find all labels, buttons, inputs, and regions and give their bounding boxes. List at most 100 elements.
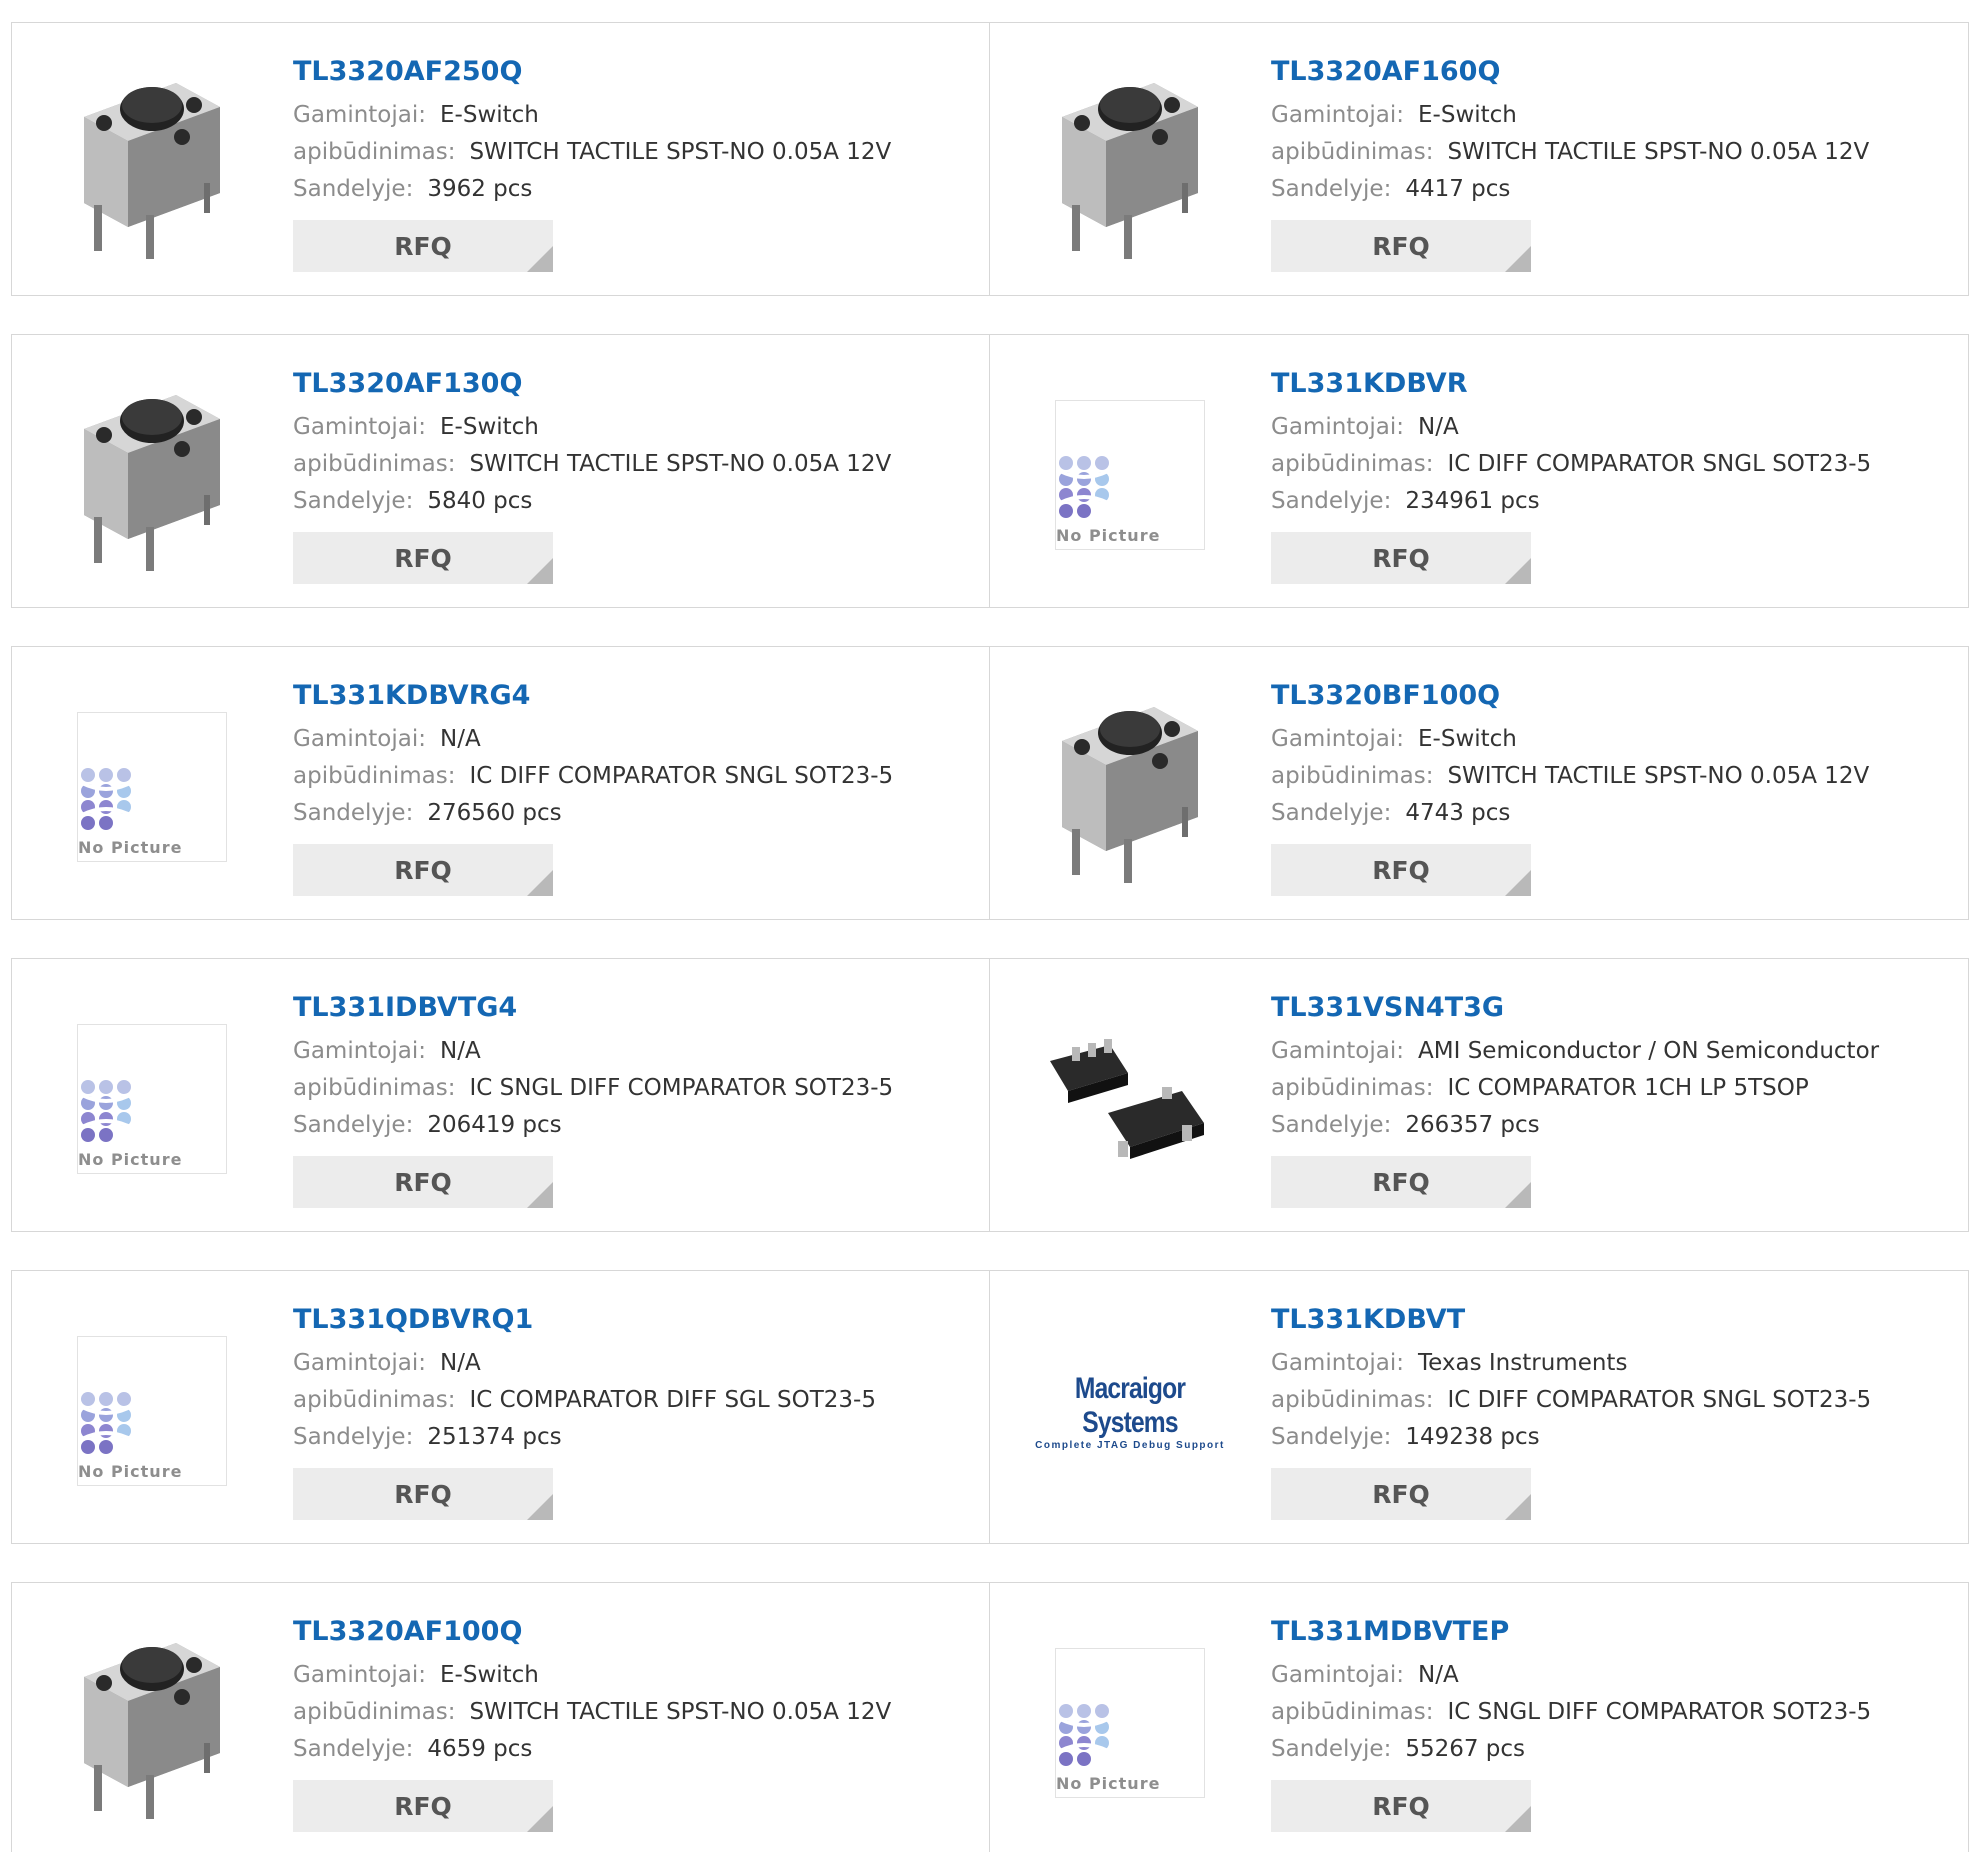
product-info: TL331VSN4T3G Gamintojai: AMI Semiconducto… [1271, 989, 1921, 1208]
manufacturer-line: Gamintojai: Texas Instruments [1271, 1345, 1921, 1382]
description-value: SWITCH TACTILE SPST-NO 0.05A 12V [469, 451, 892, 477]
product-card: No Picture TL331QDBVRQ1 Gamintojai: N/A a… [12, 1271, 990, 1543]
part-number-link[interactable]: TL331VSN4T3G [1271, 989, 1921, 1027]
description-line: apibūdinimas: SWITCH TACTILE SPST-NO 0.05… [293, 134, 943, 171]
manufacturer-value: E-Switch [1418, 102, 1517, 128]
no-picture-placeholder[interactable]: No Picture [1030, 1623, 1230, 1823]
part-number-link[interactable]: TL331MDBVTEP [1271, 1613, 1921, 1651]
stock-value: 4417 pcs [1405, 176, 1511, 202]
rfq-button[interactable]: RFQ [293, 844, 553, 896]
rfq-corner-decoration [1505, 1494, 1531, 1520]
manufacturer-line: Gamintojai: N/A [1271, 409, 1921, 446]
product-card: No Picture TL331IDBVTG4 Gamintojai: N/A a… [12, 959, 990, 1231]
manufacturer-line: Gamintojai: N/A [293, 721, 943, 758]
rfq-button[interactable]: RFQ [1271, 1156, 1531, 1208]
description-label: apibūdinimas: [1271, 451, 1434, 477]
manufacturer-value: Texas Instruments [1418, 1350, 1628, 1376]
stock-line: Sandelyje: 4743 pcs [1271, 795, 1921, 832]
part-number-link[interactable]: TL331KDBVR [1271, 365, 1921, 403]
part-number-link[interactable]: TL3320AF100Q [293, 1613, 943, 1651]
part-number-link[interactable]: TL3320AF250Q [293, 53, 943, 91]
rfq-button[interactable]: RFQ [1271, 532, 1531, 584]
product-info: TL3320AF160Q Gamintojai: E-Switch apibūdi… [1271, 53, 1921, 272]
tactile-switch-image[interactable] [52, 375, 252, 575]
description-label: apibūdinimas: [1271, 1699, 1434, 1725]
stock-line: Sandelyje: 149238 pcs [1271, 1419, 1921, 1456]
tactile-switch-image[interactable] [1030, 687, 1230, 887]
product-card: TL3320AF100Q Gamintojai: E-Switch apibūdi… [12, 1583, 990, 1852]
manufacturer-label: Gamintojai: [1271, 726, 1405, 752]
brand-logo-tagline: Complete JTAG Debug Support [1035, 1439, 1225, 1451]
stock-label: Sandelyje: [293, 488, 414, 514]
manufacturer-label: Gamintojai: [1271, 1038, 1405, 1064]
rfq-button[interactable]: RFQ [1271, 844, 1531, 896]
description-label: apibūdinimas: [293, 139, 456, 165]
rfq-button[interactable]: RFQ [1271, 1780, 1531, 1832]
product-info: TL3320BF100Q Gamintojai: E-Switch apibūdi… [1271, 677, 1921, 896]
product-row: No Picture TL331QDBVRQ1 Gamintojai: N/A a… [11, 1270, 1969, 1544]
manufacturer-line: Gamintojai: E-Switch [1271, 97, 1921, 134]
manufacturer-label: Gamintojai: [1271, 1350, 1405, 1376]
stock-label: Sandelyje: [1271, 176, 1392, 202]
rfq-corner-decoration [527, 1182, 553, 1208]
description-value: IC COMPARATOR DIFF SGL SOT23-5 [469, 1387, 876, 1413]
tactile-switch-image[interactable] [52, 63, 252, 263]
manufacturer-line: Gamintojai: E-Switch [293, 1657, 943, 1694]
no-picture-placeholder[interactable]: No Picture [1030, 375, 1230, 575]
manufacturer-line: Gamintojai: N/A [293, 1345, 943, 1382]
manufacturer-value: N/A [440, 726, 481, 752]
part-number-link[interactable]: TL331KDBVT [1271, 1301, 1921, 1339]
stock-label: Sandelyje: [1271, 1736, 1392, 1762]
description-line: apibūdinimas: SWITCH TACTILE SPST-NO 0.05… [1271, 134, 1921, 171]
description-value: SWITCH TACTILE SPST-NO 0.05A 12V [469, 1699, 892, 1725]
manufacturer-line: Gamintojai: E-Switch [293, 409, 943, 446]
rfq-button[interactable]: RFQ [293, 220, 553, 272]
rfq-button-label: RFQ [1372, 1167, 1430, 1197]
part-number-link[interactable]: TL3320BF100Q [1271, 677, 1921, 715]
description-line: apibūdinimas: IC COMPARATOR 1CH LP 5TSOP [1271, 1070, 1921, 1107]
description-value: SWITCH TACTILE SPST-NO 0.05A 12V [1447, 763, 1870, 789]
tactile-switch-image[interactable] [52, 1623, 252, 1823]
manufacturer-label: Gamintojai: [1271, 1662, 1405, 1688]
rfq-button[interactable]: RFQ [293, 532, 553, 584]
stock-value: 149238 pcs [1405, 1424, 1540, 1450]
product-info: TL331IDBVTG4 Gamintojai: N/A apibūdinimas… [293, 989, 943, 1208]
no-picture-placeholder[interactable]: No Picture [52, 687, 252, 887]
rfq-button[interactable]: RFQ [1271, 1468, 1531, 1520]
rfq-button-label: RFQ [394, 543, 452, 573]
part-number-link[interactable]: TL3320AF130Q [293, 365, 943, 403]
product-info: TL331KDBVRG4 Gamintojai: N/A apibūdinimas… [293, 677, 943, 896]
stock-value: 206419 pcs [427, 1112, 562, 1138]
ic-chip-image[interactable] [1030, 999, 1230, 1199]
rfq-button[interactable]: RFQ [293, 1468, 553, 1520]
stock-value: 251374 pcs [427, 1424, 562, 1450]
rfq-corner-decoration [1505, 1182, 1531, 1208]
no-picture-placeholder[interactable]: No Picture [52, 999, 252, 1199]
part-number-link[interactable]: TL331IDBVTG4 [293, 989, 943, 1027]
description-label: apibūdinimas: [1271, 763, 1434, 789]
product-card: TL3320AF130Q Gamintojai: E-Switch apibūdi… [12, 335, 990, 607]
description-line: apibūdinimas: IC COMPARATOR DIFF SGL SOT2… [293, 1382, 943, 1419]
no-picture-label: No Picture [1056, 1774, 1161, 1793]
manufacturer-value: N/A [440, 1350, 481, 1376]
brand-logo-text: Macraigor Systems [1074, 1371, 1186, 1439]
product-row: No Picture TL331KDBVRG4 Gamintojai: N/A a… [11, 646, 1969, 920]
part-number-link[interactable]: TL331QDBVRQ1 [293, 1301, 943, 1339]
stock-line: Sandelyje: 276560 pcs [293, 795, 943, 832]
rfq-corner-decoration [1505, 246, 1531, 272]
rfq-button-label: RFQ [1372, 543, 1430, 573]
manufacturer-value: N/A [440, 1038, 481, 1064]
product-row: TL3320AF250Q Gamintojai: E-Switch apibūdi… [11, 22, 1969, 296]
tactile-switch-image[interactable] [1030, 63, 1230, 263]
no-picture-label: No Picture [78, 1462, 183, 1481]
rfq-button[interactable]: RFQ [293, 1156, 553, 1208]
rfq-button[interactable]: RFQ [1271, 220, 1531, 272]
brand-logo-image[interactable]: Macraigor Systems Complete JTAG Debug Su… [1030, 1311, 1230, 1511]
manufacturer-line: Gamintojai: N/A [293, 1033, 943, 1070]
rfq-button[interactable]: RFQ [293, 1780, 553, 1832]
part-number-link[interactable]: TL331KDBVRG4 [293, 677, 943, 715]
rfq-button-label: RFQ [1372, 231, 1430, 261]
part-number-link[interactable]: TL3320AF160Q [1271, 53, 1921, 91]
no-picture-placeholder[interactable]: No Picture [52, 1311, 252, 1511]
stock-value: 3962 pcs [427, 176, 533, 202]
